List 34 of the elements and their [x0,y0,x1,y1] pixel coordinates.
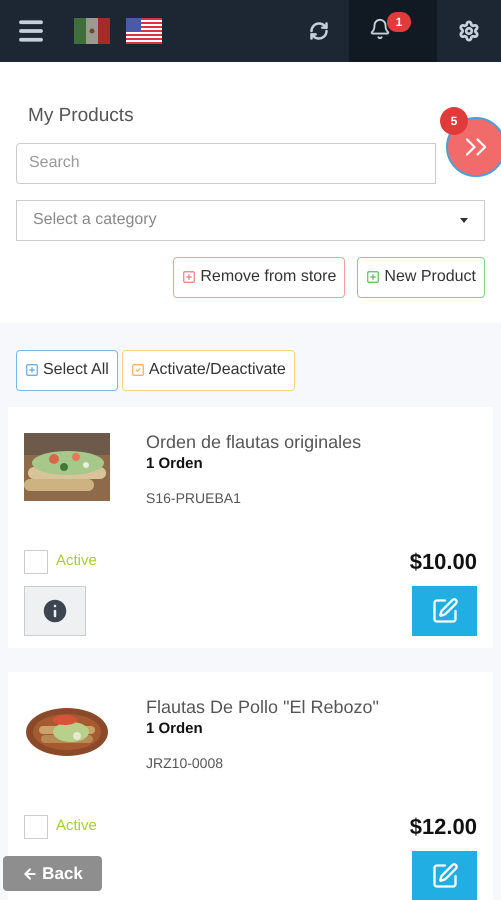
product-name: Orden de flautas originales [146,430,362,453]
edit-button[interactable] [412,586,477,636]
checkbox[interactable] [24,814,48,838]
checkbox[interactable] [24,550,48,574]
bell-icon [369,18,391,40]
edit-icon [430,862,458,890]
info-button[interactable] [24,586,86,636]
flag-icon[interactable] [126,18,162,44]
product-price: $12.00 [410,812,477,840]
search-field[interactable]: Search [16,142,436,184]
status-label: Active [56,551,97,572]
notification-badge: 1 [387,12,411,32]
edit-icon [430,596,458,624]
product-name: Flautas De Pollo "El Rebozo" [146,696,379,718]
edit-button[interactable] [412,850,477,900]
status-label: Active [56,816,97,836]
flag-icon[interactable] [74,18,110,44]
action-button[interactable]: Remove from store [173,256,346,298]
arrow-left-icon [22,866,38,882]
action-button[interactable]: New Product [357,256,485,298]
product-sku: S16-PRUEBA1 [146,488,242,508]
caret-icon [460,218,468,222]
settings-icon[interactable] [458,20,480,42]
action-button[interactable]: Activate/Deactivate [122,350,295,390]
select-placeholder: Select a category [33,210,157,230]
category-select[interactable]: Select a category [16,200,485,240]
action-button[interactable]: Select All [16,350,118,390]
page-title: My Products [28,105,134,126]
product-unit: 1 Orden [146,454,204,474]
notification-area[interactable]: 1 [349,0,437,62]
refresh-icon[interactable] [309,21,329,41]
product-unit: 1 Orden [146,719,204,739]
product-price: $10.00 [410,548,477,576]
product-sku: JRZ10-0008 [146,754,224,772]
